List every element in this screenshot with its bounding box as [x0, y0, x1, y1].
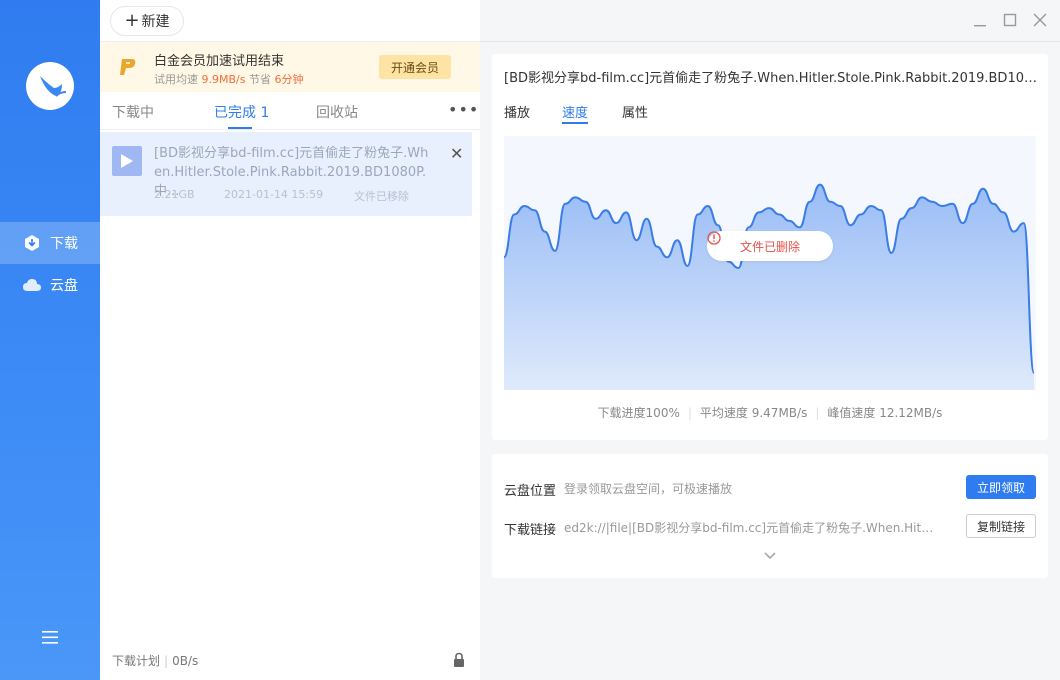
- download-link-label: 下载链接: [504, 523, 557, 538]
- badge-text: 文件已删除: [739, 239, 800, 254]
- cloud-icon: [22, 275, 42, 295]
- plan-speed: 0B/s: [172, 654, 199, 668]
- cloud-location-label: 云盘位置: [504, 484, 557, 499]
- cloud-link-card: 云盘位置 登录领取云盘空间，可极速播放 立即领取 下载链接 ed2k://|fi…: [492, 454, 1048, 578]
- sidebar-item-label: 云盘: [50, 278, 78, 294]
- sidebar-item-label: 下载: [50, 236, 78, 252]
- tab-speed[interactable]: 速度: [562, 102, 588, 121]
- claim-space-button[interactable]: 立即领取: [966, 475, 1036, 499]
- new-task-button[interactable]: + 新建: [110, 6, 184, 36]
- tab-properties[interactable]: 属性: [622, 102, 648, 121]
- promo-title: 白金会员加速试用结束: [154, 54, 285, 69]
- close-icon[interactable]: ✕: [450, 144, 463, 163]
- stat-average: 平均速度 9.47MB/s: [699, 406, 808, 420]
- divider: [480, 41, 1060, 42]
- tab-downloading[interactable]: 下载中: [112, 102, 154, 122]
- plus-icon: +: [124, 10, 140, 31]
- new-task-label: 新建: [141, 14, 170, 30]
- download-icon: [22, 233, 42, 253]
- speed-area: [504, 184, 1034, 390]
- download-link-value[interactable]: ed2k://|file|[BD影视分享bd-film.cc]元首偷走了粉兔子.…: [564, 519, 934, 536]
- task-date: 2021-01-14 15:59: [224, 188, 324, 201]
- cloud-location-value: 登录领取云盘空间，可极速播放: [564, 482, 733, 496]
- speed-stats: 下载进度100% | 平均速度 9.47MB/s | 峰值速度 12.12MB/s: [597, 406, 943, 420]
- more-icon[interactable]: •••: [448, 100, 479, 119]
- maximize-icon[interactable]: [1002, 12, 1018, 28]
- app-logo: [26, 62, 74, 110]
- menu-icon[interactable]: [40, 628, 60, 646]
- promo-detail: 试用均速 9.9MB/s 节省 6分钟: [154, 73, 304, 86]
- list-item[interactable]: [BD影视分享bd-film.cc]元首偷走了粉兔子.When.Hitler.S…: [100, 132, 472, 216]
- speed-chart-svg: [504, 183, 1035, 390]
- tab-indicator: [228, 127, 252, 129]
- tab-indicator: [562, 122, 588, 124]
- warning-icon: [707, 231, 721, 245]
- chevron-down-icon[interactable]: [763, 550, 777, 560]
- tab-recycle-bin[interactable]: 回收站: [316, 102, 358, 122]
- task-list-panel: + 新建 白金会员加速试用结束 试用均速 9.9MB/s 节省 6分钟 开通会员…: [100, 0, 480, 680]
- task-tabs: 下载中 已完成 1 回收站 •••: [100, 92, 480, 130]
- close-window-icon[interactable]: [1032, 12, 1048, 28]
- sidebar: 下载 云盘: [0, 0, 100, 680]
- speed-chart: 文件已删除: [504, 136, 1036, 390]
- plan-label: 下载计划: [112, 654, 161, 668]
- task-status: 文件已移除: [354, 190, 409, 203]
- open-vip-button[interactable]: 开通会员: [379, 55, 451, 79]
- vip-p-icon: [118, 57, 138, 77]
- tab-completed[interactable]: 已完成 1: [214, 102, 269, 122]
- download-plan[interactable]: 下载计划 | 0B/s: [112, 652, 198, 669]
- vip-promo-banner: 白金会员加速试用结束 试用均速 9.9MB/s 节省 6分钟 开通会员: [100, 42, 480, 92]
- task-detail-card: [BD影视分享bd-film.cc]元首偷走了粉兔子.When.Hitler.S…: [492, 54, 1048, 440]
- sidebar-item-download[interactable]: 下载: [0, 222, 100, 264]
- video-file-icon: [112, 146, 142, 176]
- tab-play[interactable]: 播放: [504, 102, 530, 121]
- stat-peak: 峰值速度 12.12MB/s: [827, 406, 943, 420]
- lock-icon[interactable]: [452, 652, 466, 668]
- detail-title: [BD影视分享bd-film.cc]元首偷走了粉兔子.When.Hitler.S…: [504, 71, 1040, 86]
- minimize-icon[interactable]: [972, 12, 988, 28]
- copy-link-button[interactable]: 复制链接: [966, 514, 1036, 538]
- task-size: 2.21GB: [154, 188, 195, 201]
- file-deleted-badge: 文件已删除: [707, 231, 833, 261]
- stat-progress: 下载进度100%: [597, 406, 680, 420]
- sidebar-item-cloud[interactable]: 云盘: [0, 264, 100, 306]
